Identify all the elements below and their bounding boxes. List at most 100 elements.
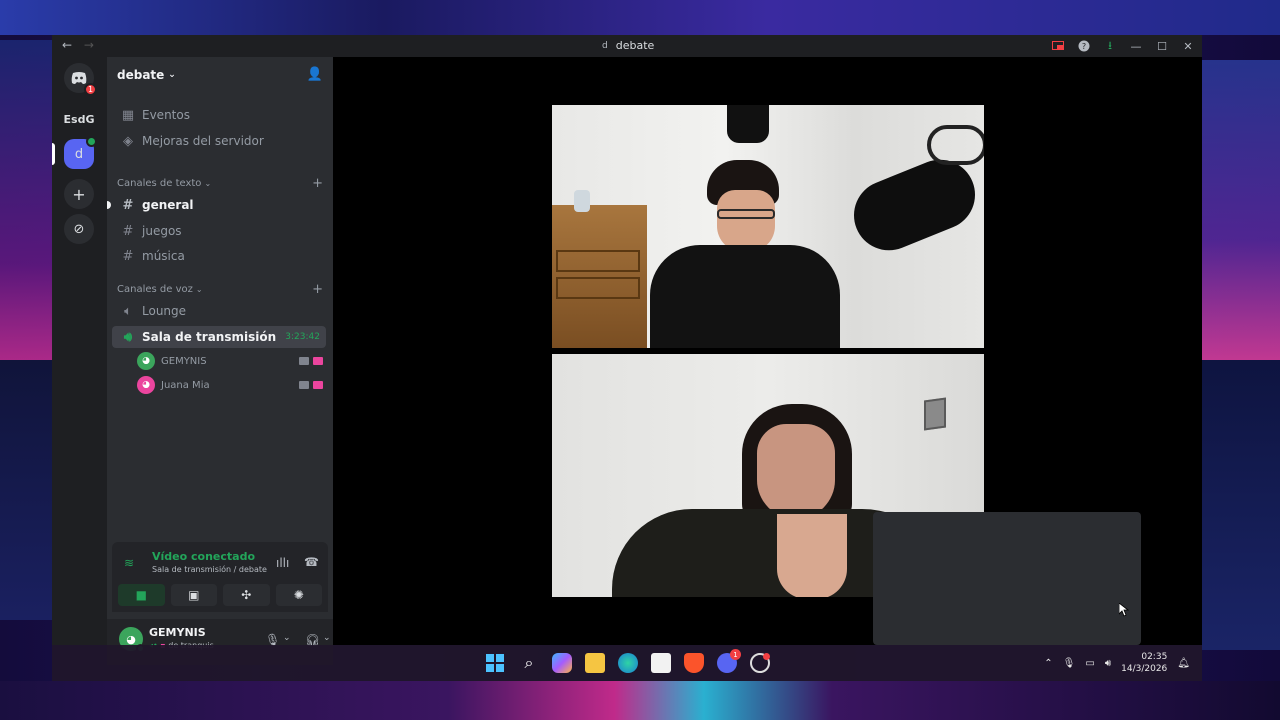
category-voice-channels[interactable]: Canales de voz ⌄ + xyxy=(117,281,327,297)
glasses xyxy=(717,209,775,219)
voice-member[interactable]: ◕ Juana Mia xyxy=(137,375,327,395)
server-debate[interactable]: d xyxy=(64,136,97,169)
network-icon[interactable]: ▭ xyxy=(1085,658,1094,669)
wallpaper-bottom-strip xyxy=(0,681,1280,720)
live-stream-icon xyxy=(313,381,323,389)
title-server-badge: d xyxy=(602,40,608,51)
boost-icon: ◈ xyxy=(123,133,133,149)
microphone xyxy=(843,149,984,261)
user-name[interactable]: GEMYNIS xyxy=(149,626,206,639)
forward-button[interactable]: → xyxy=(84,38,94,52)
nightstand-drawer xyxy=(556,250,640,272)
microphone-in-use-icon[interactable]: 🎙︎ xyxy=(1063,658,1076,669)
wallpaper-building-left-2 xyxy=(0,360,52,620)
channel-juegos[interactable]: # juegos xyxy=(112,220,326,242)
obs-recording-icon[interactable] xyxy=(750,653,770,673)
system-tray: ⌃ 🎙︎ ▭ 🔊︎ 02:35 14/3/2026 🔔︎ xyxy=(1044,645,1190,681)
search-icon[interactable]: ⌕ xyxy=(519,653,539,673)
monitor-icon: ▣ xyxy=(188,588,200,602)
add-channel-icon[interactable]: + xyxy=(312,282,323,297)
channel-label: Sala de transmisión xyxy=(142,330,277,344)
notification-center-icon[interactable]: 🔔︎ xyxy=(1177,658,1190,669)
category-label: Canales de voz xyxy=(117,283,193,295)
voice-channel-sala-de-transmision[interactable]: 🔊︎ Sala de transmisión 3:23:42 xyxy=(112,326,326,348)
maximize-button[interactable]: ☐ xyxy=(1154,38,1170,54)
server-voice-indicator xyxy=(86,136,97,147)
speaker-icon: 🔊︎ xyxy=(123,329,133,345)
windows-logo-icon xyxy=(486,654,504,672)
live-stream-icon xyxy=(313,357,323,365)
chevron-down-icon[interactable]: ⌄ xyxy=(283,633,291,643)
direct-messages-button[interactable]: 1 xyxy=(64,63,97,96)
server-list: 1 EsdG d + ⊘ xyxy=(52,57,107,645)
server-esdg[interactable]: EsdG xyxy=(60,104,98,134)
clock[interactable]: 02:35 14/3/2026 xyxy=(1121,651,1167,675)
category-text-channels[interactable]: Canales de texto ⌄ + xyxy=(117,175,327,191)
screen-share-icon[interactable] xyxy=(1050,38,1066,54)
server-header[interactable]: debate ⌄ 👤 xyxy=(107,57,333,93)
show-hidden-icons-chevron-icon[interactable]: ⌃ xyxy=(1044,658,1052,669)
wallpaper-building-left xyxy=(0,40,52,360)
activities-button[interactable]: ✣ xyxy=(223,584,270,606)
person-face xyxy=(717,190,775,252)
window-title: d debate xyxy=(602,39,654,52)
avatar: ◕ xyxy=(137,376,155,394)
discord-app-icon[interactable]: 1 xyxy=(717,649,741,673)
minimize-button[interactable]: — xyxy=(1128,38,1144,54)
discord-taskbar-badge: 1 xyxy=(730,649,741,660)
chevron-down-icon: ⌄ xyxy=(168,70,176,80)
server-debate-label: d xyxy=(74,146,84,162)
noise-suppression-icon[interactable]: ıllı xyxy=(276,556,289,570)
picture-in-picture-overlay[interactable] xyxy=(873,512,1141,645)
voice-connection-panel: ≋ Vídeo conectado Sala de transmisión / … xyxy=(112,542,328,612)
close-button[interactable]: ✕ xyxy=(1180,38,1196,54)
screen-share-button[interactable]: ▣ xyxy=(170,584,217,606)
disconnect-icon[interactable]: ☎ xyxy=(304,555,319,569)
activities-icon: ✣ xyxy=(241,588,252,602)
channel-label: Lounge xyxy=(142,304,187,318)
mic-arm xyxy=(927,125,984,165)
svg-text:?: ? xyxy=(1082,42,1086,51)
explore-servers-button[interactable]: ⊘ xyxy=(64,214,94,244)
speaker-icon: 🔈︎ xyxy=(124,303,132,319)
start-button[interactable] xyxy=(485,653,505,673)
channel-label: juegos xyxy=(142,224,182,238)
voice-channel-lounge[interactable]: 🔈︎ Lounge xyxy=(112,300,326,322)
add-server-button[interactable]: + xyxy=(64,179,94,209)
camera-button[interactable]: ■ xyxy=(118,584,165,606)
nightstand-drawer xyxy=(556,277,640,299)
microsoft-store-icon[interactable] xyxy=(651,653,671,673)
windows-taskbar: ⌕ 1 ⌃ 🎙︎ ▭ 🔊︎ 02:35 14/3/2026 🔔︎ xyxy=(52,645,1202,681)
video-camera-icon: ■ xyxy=(135,588,147,602)
download-icon[interactable]: ⭳ xyxy=(1102,38,1118,54)
sidebar-item-label: Mejoras del servidor xyxy=(142,134,264,148)
voice-status[interactable]: Vídeo conectado xyxy=(152,550,255,563)
voice-location[interactable]: Sala de transmisión / debate xyxy=(152,565,267,574)
channel-general[interactable]: # general xyxy=(112,194,326,216)
server-name: debate xyxy=(117,68,165,82)
title-bar: ← → d debate ? ⭳ — ☐ ✕ xyxy=(52,35,1202,57)
speaker-object xyxy=(574,190,590,212)
help-icon[interactable]: ? xyxy=(1076,38,1092,54)
edge-browser-icon[interactable] xyxy=(618,653,638,673)
recording-dot-icon xyxy=(763,653,770,660)
invite-people-icon[interactable]: 👤 xyxy=(307,67,323,82)
soundboard-button[interactable]: ✺ xyxy=(275,584,322,606)
camera-icon xyxy=(299,381,309,389)
chevron-down-icon[interactable]: ⌄ xyxy=(323,633,331,643)
signal-icon[interactable]: ≋ xyxy=(124,556,134,570)
sidebar-item-events[interactable]: ▦ Eventos xyxy=(112,104,326,126)
brave-browser-icon[interactable] xyxy=(684,653,704,673)
back-button[interactable]: ← xyxy=(62,38,72,52)
channel-musica[interactable]: # música xyxy=(112,245,326,267)
sidebar-item-server-boost[interactable]: ◈ Mejoras del servidor xyxy=(112,130,326,152)
volume-icon[interactable]: 🔊︎ xyxy=(1105,658,1111,669)
voice-member[interactable]: ◕ GEMYNIS xyxy=(137,351,327,371)
video-tile[interactable] xyxy=(552,105,984,348)
copilot-icon[interactable] xyxy=(552,653,572,673)
add-channel-icon[interactable]: + xyxy=(312,176,323,191)
clock-date: 14/3/2026 xyxy=(1121,664,1168,674)
person-body xyxy=(650,245,840,348)
file-explorer-icon[interactable] xyxy=(585,653,605,673)
channel-sidebar: debate ⌄ 👤 ▦ Eventos ◈ Mejoras del servi… xyxy=(107,57,333,665)
